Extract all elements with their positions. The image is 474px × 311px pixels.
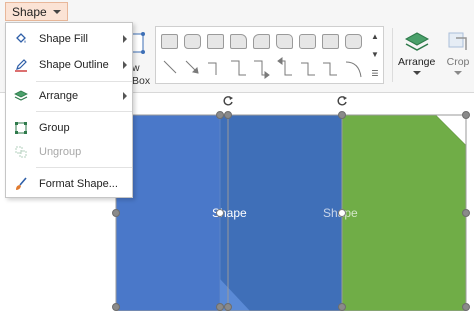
menu-item-group[interactable]: Group (6, 117, 132, 139)
menu-item-shape-outline[interactable]: Shape Outline (6, 54, 132, 76)
layers-icon (404, 32, 429, 51)
brush-icon (16, 177, 27, 190)
resize-handle[interactable] (216, 209, 224, 217)
shape-menu: Shape Fill Shape Outline Arrange Group U… (5, 22, 133, 198)
gallery-up-icon[interactable]: ▲ (371, 32, 379, 41)
menu-separator (36, 167, 132, 168)
paint-bucket-icon (16, 33, 26, 43)
gallery-rectangle[interactable] (161, 34, 178, 49)
gallery-fold-rect[interactable] (253, 34, 270, 49)
resize-handle[interactable] (112, 209, 120, 217)
resize-handle[interactable] (224, 303, 232, 311)
resize-handle[interactable] (112, 303, 120, 311)
chevron-down-icon (454, 71, 462, 75)
gallery-more-icon[interactable]: ☰ (371, 69, 378, 78)
resize-handle[interactable] (462, 111, 470, 119)
resize-handle[interactable] (338, 303, 346, 311)
gallery-round-corner-rect[interactable] (276, 34, 293, 49)
menu-item-label: Group (39, 122, 70, 134)
text-box-label-line2: Box (132, 75, 151, 87)
chevron-right-icon (123, 35, 127, 43)
green-shape[interactable] (341, 114, 467, 311)
resize-handle[interactable] (224, 111, 232, 119)
shape-style-gallery[interactable] (155, 26, 384, 84)
resize-handle[interactable] (338, 209, 346, 217)
text-box-label-line1: w (132, 62, 140, 74)
ribbon-divider (392, 28, 393, 82)
crop-button[interactable]: Crop (446, 30, 470, 75)
chevron-right-icon (123, 61, 127, 69)
ungroup-icon (15, 146, 27, 158)
gallery-scroll[interactable]: ▲ ▼ ☰ (368, 27, 382, 83)
chevron-down-icon (52, 9, 61, 14)
shape-dropdown-button[interactable]: Shape (5, 2, 68, 21)
menu-item-arrange[interactable]: Arrange (6, 85, 132, 107)
shape-dropdown-label: Shape (12, 4, 47, 19)
resize-handle[interactable] (462, 209, 470, 217)
chevron-right-icon (123, 92, 127, 100)
resize-handle[interactable] (216, 303, 224, 311)
gallery-rounded-rect[interactable] (184, 34, 201, 49)
chevron-down-icon (412, 71, 421, 75)
gallery-down-icon[interactable]: ▼ (371, 50, 379, 59)
gallery-plain-rect[interactable] (322, 34, 339, 49)
gallery-rounded-rect-2[interactable] (345, 34, 362, 49)
rotate-icon[interactable] (222, 95, 234, 107)
menu-item-label: Shape Outline (39, 59, 109, 71)
menu-item-label: Arrange (39, 90, 79, 102)
crop-label: Crop (446, 56, 470, 68)
menu-separator (36, 81, 132, 82)
resize-handle[interactable] (216, 111, 224, 119)
menu-separator (36, 111, 132, 112)
gallery-bevel-rect[interactable] (299, 34, 316, 49)
arrange-label: Arrange (398, 56, 436, 68)
gallery-snip-corner-rect[interactable] (230, 34, 247, 49)
menu-item-label: Ungroup (39, 146, 82, 158)
menu-item-format-shape[interactable]: Format Shape... (6, 173, 132, 195)
arrange-button[interactable]: Arrange (398, 30, 435, 75)
resize-handle[interactable] (338, 111, 346, 119)
menu-item-shape-fill[interactable]: Shape Fill (6, 28, 132, 50)
menu-item-label: Shape Fill (39, 33, 88, 45)
rotate-icon[interactable] (336, 95, 348, 107)
menu-item-ungroup: Ungroup (6, 141, 132, 163)
menu-item-label: Format Shape... (39, 178, 118, 190)
crop-icon (448, 32, 467, 50)
resize-handle[interactable] (462, 303, 470, 311)
group-icon (15, 122, 27, 134)
gallery-snip-rect[interactable] (207, 34, 224, 49)
layers-icon (14, 90, 28, 101)
pencil-outline-icon (15, 59, 27, 72)
connector-gallery-row[interactable] (156, 57, 368, 81)
